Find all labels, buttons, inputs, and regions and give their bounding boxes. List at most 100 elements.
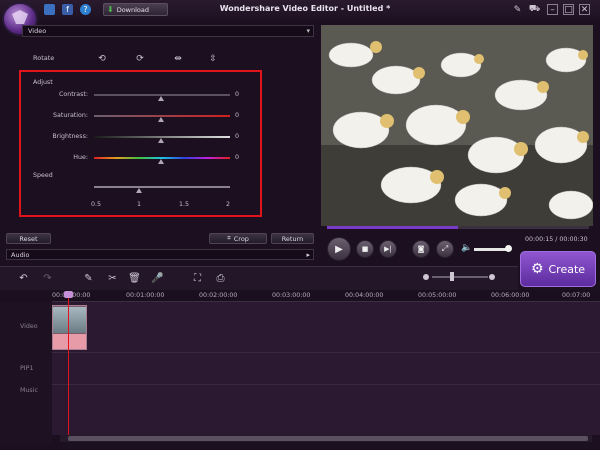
fullscreen-button[interactable]: ⤢ bbox=[436, 240, 454, 258]
mode-dropdown[interactable]: Video ▾ bbox=[22, 25, 314, 37]
download-label: Download bbox=[116, 5, 150, 14]
close-button[interactable]: ✕ bbox=[579, 4, 590, 15]
create-button[interactable]: ⚙ Create bbox=[520, 251, 596, 287]
track-divider bbox=[52, 352, 600, 353]
time-display: 00:00:15 / 00:00:30 bbox=[525, 236, 588, 243]
zoom-in-icon[interactable] bbox=[489, 274, 495, 280]
crop-frame-icon[interactable]: ⛶ bbox=[191, 272, 204, 284]
saturation-label: Saturation: bbox=[53, 112, 88, 119]
contrast-value: 0 bbox=[235, 91, 240, 98]
playback-progress-fill bbox=[327, 226, 458, 229]
brightness-value: 0 bbox=[235, 133, 240, 140]
contrast-label: Contrast: bbox=[58, 91, 88, 98]
export-icon[interactable]: ⎙ bbox=[214, 272, 227, 284]
next-frame-button[interactable]: ▶| bbox=[379, 240, 397, 258]
snapshot-button[interactable]: ◙ bbox=[412, 240, 430, 258]
brightness-label: Brightness: bbox=[52, 133, 88, 140]
adjust-label: Adjust bbox=[33, 79, 53, 86]
delete-icon[interactable]: 🗑 bbox=[128, 272, 141, 284]
undo-icon[interactable]: ↶ bbox=[17, 272, 30, 284]
zoom-slider-thumb[interactable] bbox=[450, 272, 454, 281]
brightness-slider-thumb[interactable] bbox=[158, 138, 164, 143]
redo-icon[interactable]: ↷ bbox=[41, 272, 54, 284]
crop-label: Crop bbox=[233, 234, 249, 243]
video-clip-audio bbox=[53, 334, 86, 349]
reset-label: Reset bbox=[19, 234, 38, 243]
crop-icon: ⌗ bbox=[227, 234, 231, 242]
playhead-handle[interactable] bbox=[64, 291, 73, 298]
reset-button[interactable]: Reset bbox=[6, 233, 51, 244]
speed-tick: 2 bbox=[226, 201, 231, 208]
cut-icon[interactable]: ✂ bbox=[106, 272, 119, 284]
track-area[interactable] bbox=[52, 302, 600, 435]
speed-label: Speed bbox=[33, 172, 53, 179]
ruler-time-label: 00:02:00:00 bbox=[199, 292, 238, 299]
audio-label: Audio bbox=[11, 250, 30, 259]
maximize-button[interactable]: □ bbox=[563, 4, 574, 15]
ruler-time-label: 00:03:00:00 bbox=[272, 292, 311, 299]
ruler-time-label: 00:06:00:00 bbox=[491, 292, 530, 299]
cart-icon[interactable]: ⛟ bbox=[529, 4, 540, 15]
stop-icon: ■ bbox=[361, 245, 369, 253]
save-icon[interactable] bbox=[44, 4, 55, 15]
facebook-icon[interactable]: f bbox=[62, 4, 73, 15]
download-icon: ⬇ bbox=[107, 5, 114, 14]
zoom-out-icon[interactable] bbox=[423, 274, 429, 280]
timeline-scrollbar-thumb[interactable] bbox=[68, 436, 588, 441]
chevron-right-icon: ▸ bbox=[306, 251, 310, 259]
ruler-time-label: 00:05:00:00 bbox=[418, 292, 457, 299]
ruler-time-label: 00:01:00:00 bbox=[126, 292, 165, 299]
download-button[interactable]: ⬇ Download bbox=[103, 3, 168, 16]
audio-section-bar[interactable]: Audio ▸ bbox=[6, 249, 314, 260]
ruler-time-label: 00:04:00:00 bbox=[345, 292, 384, 299]
rotate-label: Rotate bbox=[33, 54, 55, 62]
settings-wrench-icon[interactable]: ✎ bbox=[512, 4, 523, 15]
mode-dropdown-value: Video bbox=[28, 27, 47, 35]
saturation-value: 0 bbox=[235, 112, 240, 119]
camera-icon: ◙ bbox=[417, 245, 425, 253]
flip-horizontal-icon[interactable]: ⇹ bbox=[172, 53, 184, 65]
track-label-video: Video bbox=[20, 323, 38, 330]
chevron-down-icon: ▾ bbox=[306, 27, 310, 35]
speed-tick: 1.5 bbox=[179, 201, 190, 208]
play-button[interactable]: ▶ bbox=[327, 237, 351, 261]
preview-image bbox=[321, 25, 593, 226]
hue-value: 0 bbox=[235, 154, 240, 161]
return-label: Return bbox=[281, 234, 304, 243]
film-reel-icon: ⚙ bbox=[530, 261, 544, 277]
stop-button[interactable]: ■ bbox=[356, 240, 374, 258]
track-divider bbox=[52, 384, 600, 385]
contrast-slider-thumb[interactable] bbox=[158, 96, 164, 101]
hue-slider-thumb[interactable] bbox=[158, 159, 164, 164]
edit-icon[interactable]: ✎ bbox=[82, 272, 95, 284]
saturation-slider-thumb[interactable] bbox=[158, 117, 164, 122]
minimize-button[interactable]: – bbox=[547, 4, 558, 15]
microphone-icon[interactable]: 🎤 bbox=[151, 272, 164, 284]
create-label: Create bbox=[548, 262, 586, 276]
crop-button[interactable]: ⌗ Crop bbox=[209, 233, 267, 244]
return-button[interactable]: Return bbox=[271, 233, 314, 244]
help-icon[interactable]: ? bbox=[80, 4, 91, 15]
window-title: Wondershare Video Editor - Untitled * bbox=[219, 4, 391, 13]
speed-tick: 0.5 bbox=[91, 201, 102, 208]
volume-icon[interactable]: 🔈 bbox=[461, 243, 472, 253]
video-preview[interactable] bbox=[321, 25, 593, 226]
speed-tick: 1 bbox=[137, 201, 142, 208]
track-label-music: Music bbox=[20, 387, 38, 394]
next-frame-icon: ▶| bbox=[384, 245, 392, 253]
speed-slider[interactable] bbox=[94, 186, 230, 188]
ruler-time-label: 00:07:00 bbox=[562, 292, 591, 299]
timeline-toolbar bbox=[0, 266, 518, 290]
rotate-left-icon[interactable]: ⟲ bbox=[96, 53, 108, 65]
play-icon: ▶ bbox=[335, 243, 343, 255]
volume-slider-thumb[interactable] bbox=[505, 245, 512, 252]
rotate-right-icon[interactable]: ⟳ bbox=[134, 53, 146, 65]
playhead-line bbox=[68, 295, 69, 435]
video-clip-thumbnail bbox=[53, 307, 86, 333]
fullscreen-icon: ⤢ bbox=[441, 244, 449, 253]
hue-label: Hue: bbox=[73, 154, 88, 161]
track-label-pip1: PIP1 bbox=[20, 365, 34, 372]
zoom-slider[interactable] bbox=[432, 276, 488, 278]
speed-slider-thumb[interactable] bbox=[136, 188, 142, 193]
flip-vertical-icon[interactable]: ⇳ bbox=[207, 53, 219, 65]
